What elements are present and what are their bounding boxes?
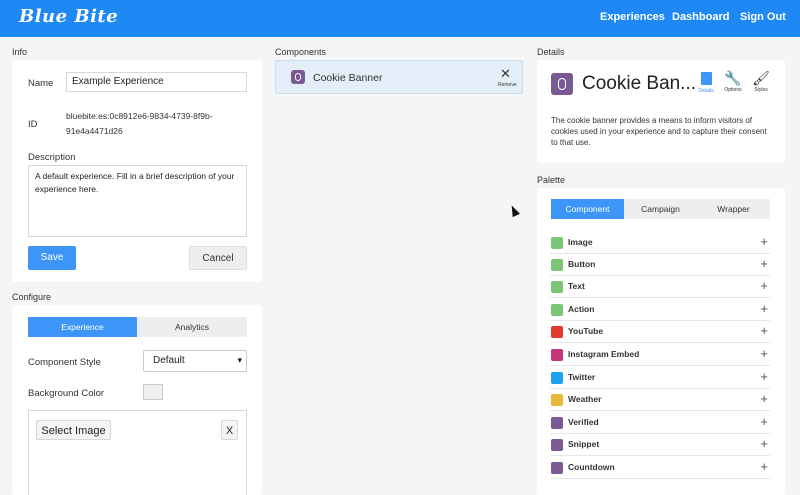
plus-icon[interactable]: +: [760, 278, 768, 293]
tab-wrapper[interactable]: Wrapper: [697, 199, 770, 219]
plus-icon[interactable]: +: [760, 414, 768, 429]
image-icon: [551, 237, 563, 249]
plus-icon[interactable]: +: [760, 391, 768, 406]
plus-icon[interactable]: +: [760, 234, 768, 249]
palette-item-label: Instagram Embed: [568, 349, 640, 359]
details-description: The cookie banner provides a means to in…: [551, 116, 767, 147]
name-input[interactable]: Example Experience: [66, 72, 247, 92]
info-section-label: Info: [12, 47, 28, 57]
options-tool[interactable]: 🔧 Options: [722, 70, 744, 94]
id-value-line-2: 91e4a4471d26: [66, 126, 123, 136]
twitter-icon: [551, 372, 563, 384]
tab-component[interactable]: Component: [551, 199, 624, 219]
palette-item-label: Text: [568, 281, 585, 291]
plus-icon[interactable]: +: [760, 459, 768, 474]
description-label: Description: [28, 152, 76, 163]
mouse-cursor-icon: [508, 203, 520, 218]
clear-image-button[interactable]: X: [221, 420, 238, 440]
chevron-down-icon: ▾: [237, 355, 242, 365]
action-icon: [551, 304, 563, 316]
youtube-icon: [551, 326, 563, 338]
top-navigation-bar: Blue Bite Experiences Dashboard Sign Out: [0, 0, 800, 37]
name-label: Name: [28, 78, 54, 89]
palette-item-label: Countdown: [568, 462, 615, 472]
cookie-icon: [291, 70, 305, 84]
styles-tool[interactable]: 🖌 Styles: [750, 70, 772, 94]
id-value: bluebite:es:0c8912e6-9834-4739-8f9b- 91e…: [66, 109, 213, 139]
paintbrush-icon: 🖌: [752, 70, 770, 86]
details-tool[interactable]: Details: [697, 72, 715, 94]
component-style-select[interactable]: Default ▾: [143, 350, 247, 372]
verified-icon: [551, 417, 563, 429]
nav-sign-out[interactable]: Sign Out: [740, 11, 786, 23]
palette-item-label: Weather: [568, 394, 602, 404]
select-image-button[interactable]: Select Image: [36, 420, 111, 440]
snippet-icon: [551, 439, 563, 451]
palette-item-button[interactable]: Button +: [550, 254, 770, 276]
component-style-value: Default: [153, 355, 185, 366]
palette-item-weather[interactable]: Weather +: [550, 389, 770, 411]
component-item-label: Cookie Banner: [313, 72, 383, 84]
styles-tool-label: Styles: [754, 87, 768, 93]
palette-item-label: Verified: [568, 417, 599, 427]
id-label: ID: [28, 119, 38, 130]
palette-item-label: Snippet: [568, 439, 600, 449]
countdown-icon: [551, 462, 563, 474]
id-value-line-1: bluebite:es:0c8912e6-9834-4739-8f9b-: [66, 111, 213, 121]
palette-item-verified[interactable]: Verified +: [550, 412, 770, 434]
palette-item-label: Button: [568, 259, 596, 269]
palette-item-label: Twitter: [568, 372, 596, 382]
plus-icon[interactable]: +: [760, 256, 768, 271]
tab-analytics[interactable]: Analytics: [137, 317, 247, 337]
nav-dashboard[interactable]: Dashboard: [672, 11, 729, 23]
palette-item-instagram-embed[interactable]: Instagram Embed +: [550, 344, 770, 366]
cancel-button[interactable]: Cancel: [189, 246, 247, 270]
palette-item-action[interactable]: Action +: [550, 299, 770, 321]
cookie-banner-icon: [551, 73, 573, 95]
palette-item-label: YouTube: [568, 326, 604, 336]
close-icon[interactable]: ✕: [500, 67, 511, 80]
nav-experiences[interactable]: Experiences: [600, 11, 665, 23]
palette-item-image[interactable]: Image +: [550, 232, 770, 254]
palette-item-label: Action: [568, 304, 595, 314]
palette-item-label: Image: [568, 237, 593, 247]
options-tool-label: Options: [724, 87, 742, 93]
document-icon: [700, 72, 712, 85]
palette-item-snippet[interactable]: Snippet +: [550, 434, 770, 456]
plus-icon[interactable]: +: [760, 301, 768, 316]
text-icon: [551, 281, 563, 293]
tab-campaign[interactable]: Campaign: [624, 199, 697, 219]
background-color-swatch[interactable]: [143, 384, 163, 400]
description-textarea[interactable]: A default experience. Fill in a brief de…: [28, 165, 247, 237]
instagram-icon: [551, 349, 563, 361]
palette-item-text[interactable]: Text +: [550, 276, 770, 298]
remove-label: Remove: [498, 82, 517, 88]
details-title: Cookie Ban...: [582, 73, 697, 94]
configure-section-label: Configure: [12, 292, 52, 302]
plus-icon[interactable]: +: [760, 346, 768, 361]
button-icon: [551, 259, 563, 271]
blue-bite-logo[interactable]: Blue Bite: [19, 6, 118, 27]
save-button[interactable]: Save: [28, 246, 76, 270]
component-item-cookie-banner[interactable]: Cookie Banner ✕ Remove: [275, 60, 523, 94]
plus-icon[interactable]: +: [760, 323, 768, 338]
tab-experience[interactable]: Experience: [28, 317, 137, 337]
details-tool-label: Details: [698, 88, 714, 94]
palette-item-countdown[interactable]: Countdown +: [550, 457, 770, 479]
weather-icon: [551, 394, 563, 406]
palette-section-label: Palette: [537, 175, 566, 185]
component-style-label: Component Style: [28, 357, 101, 368]
wrench-icon: 🔧: [724, 70, 742, 86]
plus-icon[interactable]: +: [760, 369, 768, 384]
components-section-label: Components: [275, 47, 327, 57]
background-color-label: Background Color: [28, 388, 105, 399]
palette-item-twitter[interactable]: Twitter +: [550, 367, 770, 389]
palette-item-youtube[interactable]: YouTube +: [550, 321, 770, 343]
plus-icon[interactable]: +: [760, 436, 768, 451]
details-section-label: Details: [537, 47, 565, 57]
